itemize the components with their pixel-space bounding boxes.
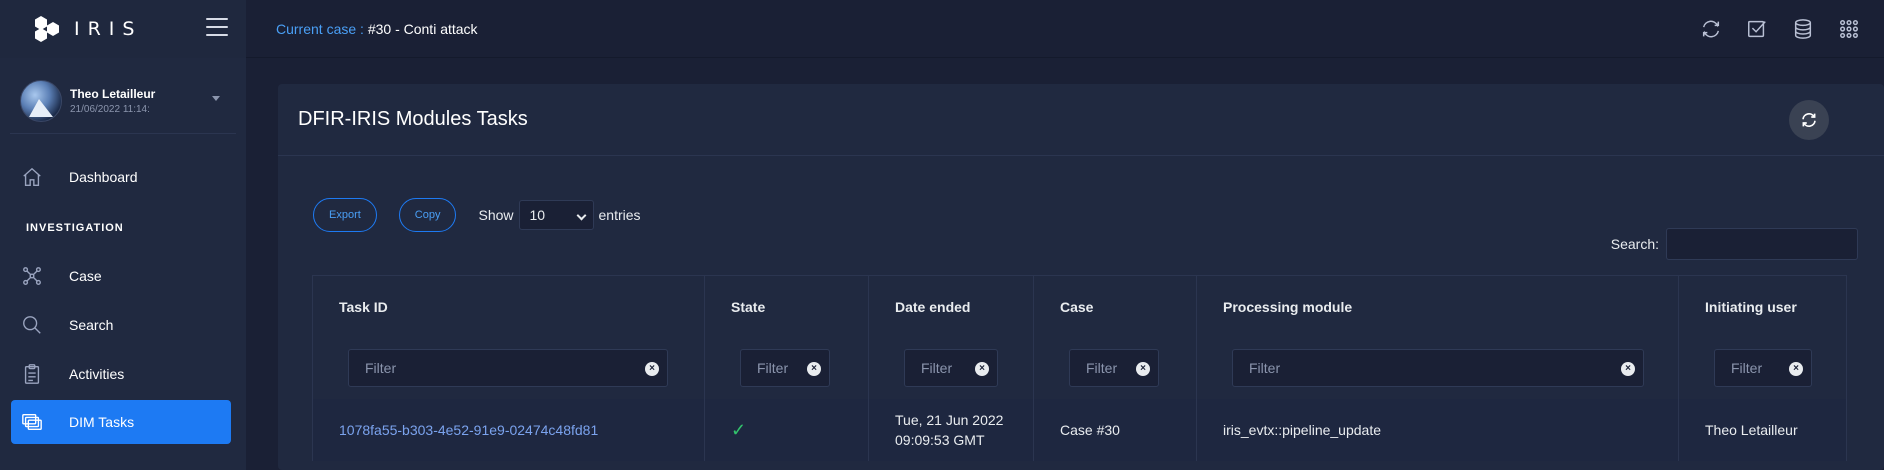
filter-input-initiating-user[interactable]: Filter × <box>1714 349 1812 387</box>
entries-value: 10 <box>529 207 546 223</box>
caret-down-icon[interactable] <box>212 96 220 101</box>
cell-processing-module: iris_evtx::pipeline_update <box>1196 399 1678 461</box>
filter-placeholder: Filter <box>365 360 397 376</box>
table-search: Search: <box>1611 228 1858 260</box>
sidebar: IRIS Theo Letailleur 21/06/2022 11:14: D… <box>0 0 246 470</box>
layers-icon <box>22 413 42 431</box>
share-nodes-icon <box>23 267 41 285</box>
header-icons <box>1700 0 1884 58</box>
filter-cell: Filter × <box>312 337 704 399</box>
cell-date-ended: Tue, 21 Jun 2022 09:09:53 GMT <box>868 399 1033 461</box>
sidebar-item-activities[interactable]: Activities <box>11 352 231 396</box>
success-check-icon: ✓ <box>731 419 747 440</box>
sidebar-item-label: Activities <box>69 366 125 382</box>
filter-input-processing-module[interactable]: Filter × <box>1232 349 1644 387</box>
sidebar-divider <box>10 133 236 134</box>
search-icon <box>23 316 41 334</box>
copy-button[interactable]: Copy <box>398 198 457 232</box>
task-id-link[interactable]: 1078fa55-b303-4e52-91e9-02474c48fd81 <box>339 422 598 438</box>
filter-input-case[interactable]: Filter × <box>1069 349 1159 387</box>
page-title: DFIR-IRIS Modules Tasks <box>298 108 528 130</box>
filter-placeholder: Filter <box>757 360 789 376</box>
user-name: Theo Letailleur <box>70 87 156 101</box>
sidebar-item-label: Case <box>69 268 102 284</box>
user-date: 21/06/2022 11:14: <box>70 104 150 115</box>
filter-cell: Filter × <box>1678 337 1847 399</box>
filter-input-state[interactable]: Filter × <box>740 349 830 387</box>
clear-filter-icon[interactable]: × <box>645 362 659 376</box>
column-header-task-id[interactable]: Task ID <box>312 276 704 337</box>
sidebar-item-search[interactable]: Search <box>11 303 231 347</box>
entries-label: entries <box>598 207 641 223</box>
entries-select[interactable]: 10 <box>518 200 594 230</box>
cell-initiating-user: Theo Letailleur <box>1678 399 1847 461</box>
table-controls: Export Copy Show 10 entries <box>313 198 641 232</box>
sidebar-item-case[interactable]: Case <box>11 254 231 298</box>
card-header: DFIR-IRIS Modules Tasks <box>278 84 1884 156</box>
clear-filter-icon[interactable]: × <box>975 362 989 376</box>
sidebar-item-label: Dashboard <box>69 169 138 185</box>
cell-case: Case #30 <box>1033 399 1196 461</box>
show-label: Show <box>478 207 514 223</box>
filter-placeholder: Filter <box>1249 360 1281 376</box>
column-header-processing-module[interactable]: Processing module <box>1196 276 1678 337</box>
date-ended-line1: Tue, 21 Jun 2022 <box>895 412 1004 428</box>
filter-cell: Filter × <box>704 337 868 399</box>
current-case[interactable]: Current case : #30 - Conti attack <box>276 21 478 37</box>
iris-logo-icon <box>32 15 62 43</box>
avatar <box>20 80 62 122</box>
date-ended-line2: 09:09:53 GMT <box>895 432 985 448</box>
filter-placeholder: Filter <box>921 360 953 376</box>
search-input[interactable] <box>1666 228 1858 260</box>
clear-filter-icon[interactable]: × <box>1621 362 1635 376</box>
sidebar-item-dashboard[interactable]: Dashboard <box>11 155 231 199</box>
export-button[interactable]: Export <box>313 198 377 232</box>
filter-cell: Filter × <box>1033 337 1196 399</box>
clear-filter-icon[interactable]: × <box>1789 362 1803 376</box>
filter-cell: Filter × <box>1196 337 1678 399</box>
clear-filter-icon[interactable]: × <box>1136 362 1150 376</box>
sync-icon[interactable] <box>1700 18 1722 40</box>
refresh-button[interactable] <box>1789 100 1829 140</box>
home-icon <box>23 167 41 186</box>
menu-toggle-icon[interactable] <box>206 18 228 36</box>
filter-input-task-id[interactable]: Filter × <box>348 349 668 387</box>
filter-input-date-ended[interactable]: Filter × <box>904 349 998 387</box>
current-case-value: #30 - Conti attack <box>367 20 478 37</box>
database-icon[interactable] <box>1792 18 1814 40</box>
column-header-initiating-user[interactable]: Initiating user <box>1678 276 1847 337</box>
sidebar-item-label: Search <box>69 317 114 333</box>
current-case-label: Current case : <box>276 20 368 37</box>
logo-text: IRIS <box>74 18 143 40</box>
filter-placeholder: Filter <box>1731 360 1763 376</box>
search-label: Search: <box>1610 236 1659 252</box>
sidebar-item-label: DIM Tasks <box>69 414 135 430</box>
tasks-table: Task ID State Date ended Case Processing… <box>312 275 1847 461</box>
checkbox-icon[interactable] <box>1746 18 1768 40</box>
filter-cell: Filter × <box>868 337 1033 399</box>
tasks-card: DFIR-IRIS Modules Tasks Export Copy Show… <box>278 84 1884 470</box>
table-filter-row: Filter × Filter × Filter × Filter × Filter × … <box>312 337 1847 399</box>
section-heading-investigation: INVESTIGATION <box>26 222 124 234</box>
filter-placeholder: Filter <box>1086 360 1118 376</box>
cell-task-id: 1078fa55-b303-4e52-91e9-02474c48fd81 <box>312 399 704 461</box>
clipboard-list-icon <box>24 364 40 384</box>
table-header-row: Task ID State Date ended Case Processing… <box>312 275 1847 337</box>
table-row: 1078fa55-b303-4e52-91e9-02474c48fd81 ✓ T… <box>312 399 1847 461</box>
user-profile[interactable]: Theo Letailleur 21/06/2022 11:14: <box>20 80 226 122</box>
cell-state: ✓ <box>704 399 868 461</box>
clear-filter-icon[interactable]: × <box>807 362 821 376</box>
column-header-date-ended[interactable]: Date ended <box>868 276 1033 337</box>
column-header-state[interactable]: State <box>704 276 868 337</box>
refresh-icon <box>1802 113 1816 127</box>
top-header: Current case : #30 - Conti attack <box>246 0 1884 58</box>
sidebar-item-dim-tasks[interactable]: DIM Tasks <box>11 400 231 444</box>
grid-icon[interactable] <box>1838 18 1860 40</box>
column-header-case[interactable]: Case <box>1033 276 1196 337</box>
